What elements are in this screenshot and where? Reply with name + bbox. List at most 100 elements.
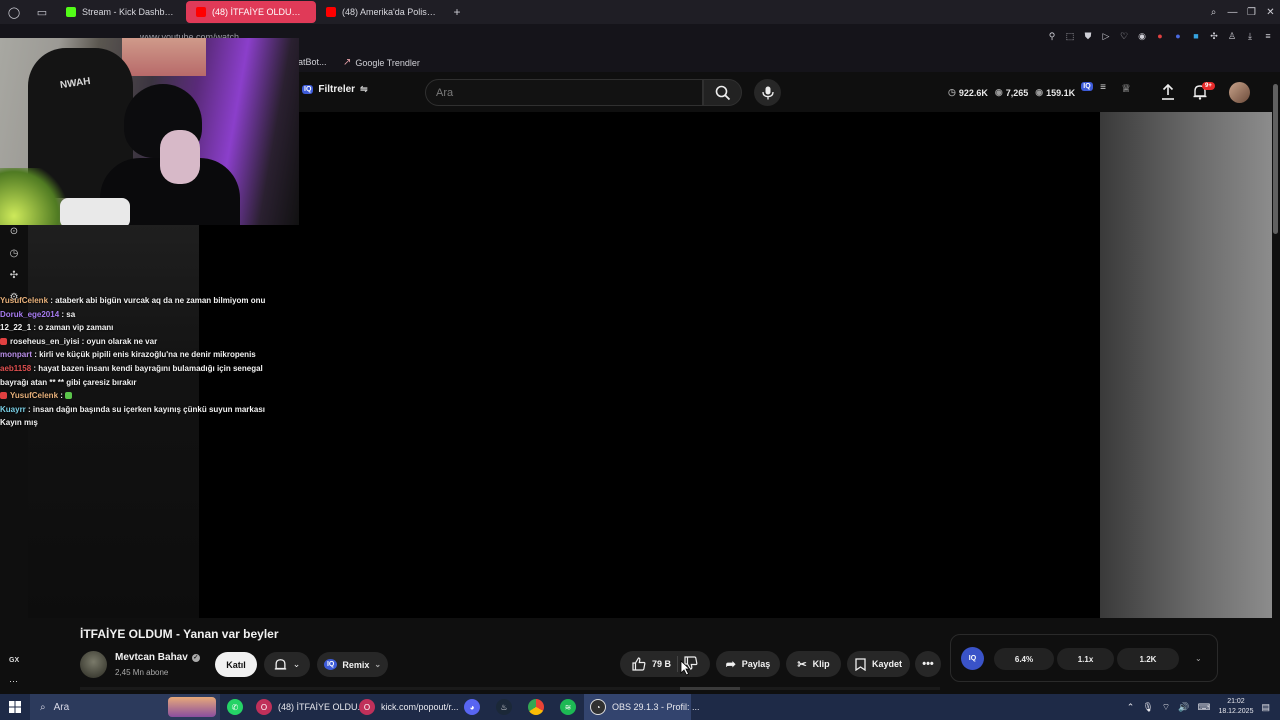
like-button[interactable]: 79 B <box>632 657 671 671</box>
chat-overlay: YusufCelenk : ataberk abi bigün vurcak a… <box>0 294 275 430</box>
subscriber-count: 2,45 Mn abone <box>115 668 169 677</box>
menu-icon[interactable]: ≡ <box>1262 30 1274 42</box>
more-actions-button[interactable]: ••• <box>915 651 941 677</box>
chat-username[interactable]: roseheus_en_iyisi <box>10 337 79 346</box>
account-avatar[interactable] <box>1229 82 1250 103</box>
kick-favicon-icon <box>66 7 76 17</box>
stat-value: 7,265 <box>1005 87 1029 98</box>
chevron-down-icon: ⌄ <box>292 659 301 669</box>
notification-center-icon[interactable]: ▤ <box>1261 702 1270 713</box>
new-tab-button[interactable]: + <box>446 5 468 19</box>
taskbar-app-opera-kick[interactable]: O kick.com/popout/r... <box>353 694 459 720</box>
extensions-icon[interactable]: ✣ <box>0 270 28 292</box>
system-tray: ⌃ 🎙 ⌔ 🔊 ⌨ 21:02 18.12.2025 ▤ <box>1127 694 1280 720</box>
desktop: ◯ ▭ Stream - Kick Dashboard (48) İTFAİYE… <box>0 0 1280 720</box>
more-icon[interactable]: ⋯ <box>9 676 18 687</box>
pin-icon[interactable]: ⚲ <box>1046 30 1058 42</box>
list-icon[interactable]: ≡ <box>1097 82 1109 93</box>
taskbar-search[interactable]: ⌕ Ara <box>30 694 220 720</box>
play-circle-icon[interactable]: ⊙ <box>0 226 28 248</box>
search-button[interactable] <box>703 79 742 106</box>
start-button[interactable] <box>0 694 30 720</box>
whatsapp-taskbar-icon[interactable]: ✆ <box>220 694 250 720</box>
extension-icon[interactable]: ◉ <box>1136 30 1148 42</box>
chat-username[interactable]: monpart <box>0 350 32 359</box>
thumbs-up-icon <box>632 657 646 671</box>
language-icon[interactable]: ⌨ <box>1197 702 1210 713</box>
iq-extension-icon[interactable]: IQ <box>1081 82 1093 91</box>
notification-badge: 9+ <box>1202 82 1215 90</box>
tab-manager-icon[interactable]: ▭ <box>28 0 56 24</box>
voice-search-button[interactable] <box>754 79 781 106</box>
tab-kick-dashboard[interactable]: Stream - Kick Dashboard <box>56 1 186 23</box>
filters-button[interactable]: IQ Filtreler ⇋ <box>302 84 368 95</box>
chevron-up-icon[interactable]: ⌃ <box>1127 702 1135 713</box>
upload-button[interactable] <box>1160 82 1176 102</box>
subscription-bell-button[interactable]: ⌄ <box>264 652 310 677</box>
eye-icon: ◉ <box>994 87 1003 97</box>
remix-button[interactable]: IQ Remix ⌄ <box>317 652 388 677</box>
chat-text: hayat bazen insanı kendi bayrağını bulam… <box>0 363 263 387</box>
microphone-icon <box>761 86 774 99</box>
scrollbar-thumb[interactable] <box>1273 84 1278 234</box>
chat-username[interactable]: Kuayrr <box>0 405 26 414</box>
download-icon[interactable]: ⤓ <box>1244 30 1256 42</box>
chat-message: aeb1158 : hayat bazen insanı kendi bayra… <box>0 363 263 387</box>
sliders-icon: ⇋ <box>360 84 368 94</box>
screenshot-icon[interactable]: ⬚ <box>1064 30 1076 42</box>
restore-icon[interactable]: ❐ <box>1242 7 1261 18</box>
join-button[interactable]: Katıl <box>215 652 257 677</box>
wall-poster <box>122 38 206 76</box>
steam-taskbar-icon[interactable]: ♨ <box>488 694 520 720</box>
chrome-taskbar-icon[interactable] <box>520 694 552 720</box>
search-icon <box>715 85 730 100</box>
taskbar-app-obs[interactable]: ◔ OBS 29.1.3 - Profil: ... <box>584 694 700 720</box>
chevron-down-icon[interactable]: ⌄ <box>1195 654 1202 663</box>
opera-gx-icon: O <box>256 699 272 715</box>
puzzle-icon[interactable]: ✣ <box>1208 30 1220 42</box>
chat-username[interactable]: YusufCelenk <box>0 296 48 305</box>
bookmark-item[interactable]: ↗ Google Trendler <box>343 57 420 68</box>
page-scrollbar[interactable] <box>1272 72 1280 692</box>
share-button[interactable]: ➦ Paylaş <box>716 651 780 677</box>
browser-logo-icon[interactable]: ◯ <box>0 0 28 24</box>
microphone-arm <box>60 198 130 225</box>
discord-taskbar-icon[interactable]: ◕ <box>456 694 488 720</box>
chat-username[interactable]: Doruk_ege2014 <box>0 310 59 319</box>
iq-logo[interactable]: IQ <box>961 647 984 670</box>
channel-avatar[interactable] <box>80 651 107 678</box>
search-input[interactable]: Ara <box>425 79 703 106</box>
extension-icon[interactable]: ■ <box>1190 30 1202 42</box>
chat-message: monpart : kirli ve küçük pipili enis kir… <box>0 350 256 360</box>
wifi-icon[interactable]: ⌔ <box>1162 702 1170 713</box>
profile-icon[interactable]: ♙ <box>1226 30 1238 42</box>
bookmark-item[interactable]: atBot... <box>298 57 327 67</box>
gx-label[interactable]: GX <box>9 657 19 664</box>
channel-name[interactable]: Mevtcan Bahav ✓ <box>115 652 200 663</box>
extension-icon[interactable]: ● <box>1172 30 1184 42</box>
chat-username[interactable]: 12_22_1 <box>0 323 31 332</box>
tab-itfaiye-video[interactable]: (48) İTFAİYE OLDUM - Ya <box>186 1 316 23</box>
chat-username[interactable]: YusufCelenk <box>10 391 58 400</box>
spotify-taskbar-icon[interactable]: ≋ <box>552 694 584 720</box>
save-button[interactable]: Kaydet <box>847 651 910 677</box>
heart-icon[interactable]: ♡ <box>1118 30 1130 42</box>
video-player[interactable] <box>199 112 1100 618</box>
tab-label: (48) Amerika'da Polisle G <box>342 7 436 17</box>
close-icon[interactable]: ✕ <box>1261 7 1280 18</box>
chat-text: oyun olarak ne var <box>86 336 158 346</box>
clock[interactable]: 21:02 18.12.2025 <box>1218 697 1253 717</box>
shield-icon[interactable]: ⛊ <box>1082 30 1094 42</box>
extension-icon[interactable]: ● <box>1154 30 1166 42</box>
taskbar-app-opera-itfaiye[interactable]: O (48) İTFAİYE OLDU... <box>250 694 365 720</box>
clip-button[interactable]: ✂ Klip <box>786 651 841 677</box>
volume-icon[interactable]: 🔊 <box>1178 702 1189 713</box>
trophy-icon[interactable]: ♕ <box>1120 82 1132 95</box>
minimize-icon[interactable]: — <box>1223 7 1242 18</box>
chat-username[interactable]: aeb1158 <box>0 364 31 373</box>
microphone-icon[interactable]: 🎙 <box>1142 702 1153 713</box>
play-icon[interactable]: ▷ <box>1100 30 1112 42</box>
history-icon[interactable]: ◷ <box>0 248 28 270</box>
tab-amerika-video[interactable]: (48) Amerika'da Polisle G <box>316 1 446 23</box>
search-tabs-icon[interactable]: ⌕ <box>1204 7 1223 18</box>
